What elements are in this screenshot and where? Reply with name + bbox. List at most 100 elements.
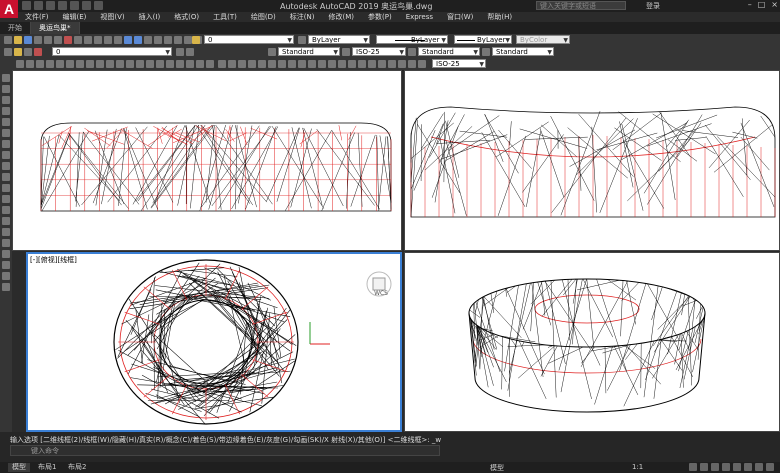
scale-icon[interactable]	[288, 60, 296, 68]
draworder-icon[interactable]	[378, 60, 386, 68]
gradient-icon[interactable]	[2, 239, 10, 247]
sheet-set-icon[interactable]	[174, 36, 182, 44]
undo-tb-icon[interactable]	[104, 36, 112, 44]
search-input[interactable]: 键入关键字或短语	[536, 1, 626, 10]
qnew-icon[interactable]	[4, 36, 12, 44]
offset-icon[interactable]	[248, 60, 256, 68]
viewport-bottom-right[interactable]	[404, 252, 780, 432]
angular-icon[interactable]	[86, 60, 94, 68]
ellipse-arc-icon[interactable]	[2, 184, 10, 192]
minimize-icon[interactable]: –	[748, 0, 752, 9]
publish-icon[interactable]	[54, 36, 62, 44]
matchprop-icon[interactable]	[94, 36, 102, 44]
menu-file[interactable]: 文件(F)	[18, 12, 56, 22]
radius-icon[interactable]	[56, 60, 64, 68]
menu-insert[interactable]: 插入(I)	[132, 12, 168, 22]
viewport-top-right[interactable]	[404, 70, 780, 251]
mleader-style-dropdown[interactable]: Standard ▼	[492, 47, 554, 56]
circle-icon[interactable]	[2, 140, 10, 148]
login-button[interactable]: 登录	[646, 1, 660, 11]
make-current-icon[interactable]	[298, 36, 306, 44]
attribute-edit-icon[interactable]	[418, 60, 426, 68]
menu-dimension[interactable]: 标注(N)	[283, 12, 322, 22]
erase-icon[interactable]	[218, 60, 226, 68]
save-icon[interactable]	[46, 1, 55, 10]
dim-style-dropdown[interactable]: ISO-25 ▼	[352, 47, 406, 56]
open-file-icon[interactable]	[14, 36, 22, 44]
undo-icon[interactable]	[82, 1, 91, 10]
hatch-edit-icon[interactable]	[408, 60, 416, 68]
plot-icon[interactable]	[70, 1, 79, 10]
point-icon[interactable]	[2, 217, 10, 225]
properties-icon[interactable]	[144, 36, 152, 44]
lineweight-icon[interactable]	[744, 463, 752, 471]
layer-dropdown[interactable]: 0 ▼	[204, 35, 294, 44]
viewcube[interactable]	[364, 266, 394, 306]
dim-style-icon[interactable]	[342, 48, 350, 56]
mirror-icon[interactable]	[238, 60, 246, 68]
tab-layout1[interactable]: 布局1	[34, 463, 60, 472]
layer-properties-icon[interactable]	[192, 36, 200, 44]
tab-model[interactable]: 模型	[8, 463, 30, 472]
plotstyle-dropdown[interactable]: ByColor ▼	[516, 35, 570, 44]
make-block-icon[interactable]	[2, 206, 10, 214]
break-icon[interactable]	[328, 60, 336, 68]
ellipse-icon[interactable]	[2, 173, 10, 181]
new-icon[interactable]	[22, 1, 31, 10]
insert-block-icon[interactable]	[2, 195, 10, 203]
dim-space-icon[interactable]	[126, 60, 134, 68]
linear-dim-icon[interactable]	[16, 60, 24, 68]
ortho-icon[interactable]	[711, 463, 719, 471]
grid-icon[interactable]	[689, 463, 697, 471]
tool-palettes-icon[interactable]	[164, 36, 172, 44]
diameter-icon[interactable]	[76, 60, 84, 68]
annotation-scale[interactable]: 1:1	[632, 463, 643, 471]
saveas-icon[interactable]	[58, 1, 67, 10]
spline-edit-icon[interactable]	[398, 60, 406, 68]
lineweight-dropdown[interactable]: ByLayer ▼	[454, 35, 512, 44]
menu-help[interactable]: 帮助(H)	[480, 12, 519, 22]
array-icon[interactable]	[258, 60, 266, 68]
tab-start[interactable]: 开始	[0, 22, 31, 34]
menu-tools[interactable]: 工具(T)	[206, 12, 244, 22]
redo-tb-icon[interactable]	[114, 36, 122, 44]
join-icon[interactable]	[338, 60, 346, 68]
menu-draw[interactable]: 绘图(D)	[244, 12, 283, 22]
stretch-icon[interactable]	[298, 60, 306, 68]
preview-icon[interactable]	[44, 36, 52, 44]
table-icon[interactable]	[2, 261, 10, 269]
spline-icon[interactable]	[2, 162, 10, 170]
viewport-label[interactable]: [-][俯视][线框]	[30, 255, 77, 265]
aligned-dim-icon[interactable]	[26, 60, 34, 68]
region-icon[interactable]	[2, 250, 10, 258]
layer-list-dropdown[interactable]: 0 ▼	[52, 47, 172, 56]
rotate-icon[interactable]	[278, 60, 286, 68]
redo-icon[interactable]	[94, 1, 103, 10]
fillet-icon[interactable]	[358, 60, 366, 68]
hatch-icon[interactable]	[2, 228, 10, 236]
dim-update-icon[interactable]	[206, 60, 214, 68]
sun-icon[interactable]	[14, 48, 22, 56]
ordinate-icon[interactable]	[46, 60, 54, 68]
layer-color-icon[interactable]	[34, 48, 42, 56]
copy-obj-icon[interactable]	[228, 60, 236, 68]
print-icon[interactable]	[34, 36, 42, 44]
menu-format[interactable]: 格式(O)	[167, 12, 206, 22]
paste-icon[interactable]	[84, 36, 92, 44]
lock-icon[interactable]	[24, 48, 32, 56]
layer-on-icon[interactable]	[4, 48, 12, 56]
save-file-icon[interactable]	[24, 36, 32, 44]
dim-text-edit-icon[interactable]	[196, 60, 204, 68]
extend-icon[interactable]	[318, 60, 326, 68]
mleader-style-icon[interactable]	[482, 48, 490, 56]
color-dropdown[interactable]: ByLayer ▼	[308, 35, 370, 44]
table-style-icon[interactable]	[408, 48, 416, 56]
linetype-dropdown[interactable]: ByLayer ▼	[376, 35, 448, 44]
snap-icon[interactable]	[700, 463, 708, 471]
markup-icon[interactable]	[184, 36, 192, 44]
layer-previous-icon[interactable]	[176, 48, 184, 56]
line-icon[interactable]	[2, 74, 10, 82]
baseline-icon[interactable]	[106, 60, 114, 68]
trim-icon[interactable]	[308, 60, 316, 68]
tab-drawing[interactable]: 奥运鸟巢*	[31, 22, 80, 34]
